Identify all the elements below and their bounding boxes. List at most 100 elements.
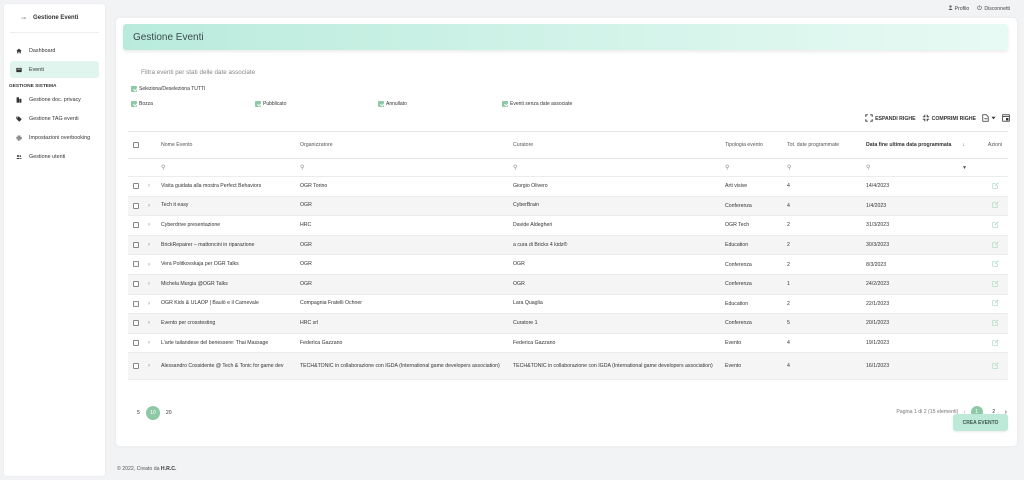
- row-checkbox[interactable]: [128, 241, 148, 248]
- sidebar-item-overbooking[interactable]: Impostazioni overbooking: [10, 129, 99, 146]
- header-curator[interactable]: Curatore: [513, 142, 725, 148]
- page-size-10[interactable]: 10: [145, 406, 160, 420]
- chevron-right-icon[interactable]: ›: [148, 301, 161, 307]
- edit-icon[interactable]: [982, 280, 1008, 289]
- edit-icon[interactable]: [982, 221, 1008, 230]
- gear-icon: [16, 134, 22, 141]
- row-checkbox[interactable]: [128, 320, 148, 327]
- sidebar-item-dashboard[interactable]: Dashboard: [10, 42, 99, 59]
- expand-rows-button[interactable]: ESPANDI RIGHE: [865, 114, 916, 124]
- header-total-dates[interactable]: Tot. date programmate: [787, 142, 866, 148]
- search-icon: ⚲: [300, 165, 305, 171]
- event-organizer: HRC srl: [300, 319, 319, 326]
- total-filter[interactable]: ⚲: [787, 164, 866, 171]
- table-row[interactable]: › Visita guidata alla mostra Perfect Beha…: [128, 177, 1008, 197]
- table-row[interactable]: › OGR Kids & ULAOP | Baulò e il Carnevale…: [128, 295, 1008, 315]
- filter-no-dates-checkbox[interactable]: Eventi senza date associate: [502, 101, 572, 107]
- edit-icon[interactable]: [982, 299, 1008, 308]
- event-curator: OGR: [513, 280, 525, 287]
- edit-icon[interactable]: [982, 362, 1008, 371]
- header-organizer[interactable]: Organizzatore: [300, 142, 513, 148]
- profile-link[interactable]: Profilo: [948, 5, 969, 12]
- type-filter[interactable]: ⚲: [725, 164, 787, 171]
- edit-icon[interactable]: [982, 339, 1008, 348]
- edit-icon[interactable]: [982, 241, 1008, 250]
- user-icon: [948, 5, 953, 12]
- row-checkbox[interactable]: [128, 222, 148, 229]
- checkbox-icon: [131, 86, 137, 92]
- create-event-button[interactable]: CREA EVENTO: [953, 414, 1008, 431]
- page-size-5[interactable]: 5: [137, 410, 140, 416]
- edit-icon[interactable]: [982, 201, 1008, 210]
- row-checkbox[interactable]: [128, 300, 148, 307]
- chevron-right-icon[interactable]: ›: [148, 340, 161, 346]
- filter-bozza-checkbox[interactable]: Bozza: [131, 101, 153, 107]
- chevron-right-icon[interactable]: ›: [148, 183, 161, 189]
- collapse-rows-button[interactable]: COMPRIMI RIGHE: [922, 114, 976, 124]
- table-row[interactable]: › Alessandro Cossidente @ Tech & Tonic fo…: [128, 353, 1008, 381]
- sidebar-item-label: Dashboard: [29, 47, 56, 54]
- app-title: Gestione Eventi: [33, 15, 79, 21]
- event-name: Tech it easy: [161, 202, 189, 209]
- sidebar-item-label: Impostazioni overbooking: [29, 134, 91, 141]
- organizer-filter[interactable]: ⚲: [300, 164, 513, 171]
- row-checkbox[interactable]: [128, 202, 148, 209]
- event-name: Alessandro Cossidente @ Tech & Tonic for…: [161, 362, 284, 369]
- chevron-right-icon[interactable]: ›: [148, 281, 161, 287]
- row-checkbox[interactable]: [128, 339, 148, 346]
- chevron-right-icon[interactable]: ›: [148, 222, 161, 228]
- search-icon: ⚲: [787, 165, 792, 171]
- header-actions: Azioni: [987, 142, 1003, 148]
- row-checkbox[interactable]: [128, 363, 148, 370]
- checkbox-label: Bozza: [139, 101, 153, 107]
- sidebar-item-tags[interactable]: Gestione TAG eventi: [10, 110, 99, 127]
- filter-pubblicato-checkbox[interactable]: Pubblicato: [255, 101, 286, 107]
- collapse-icon: [922, 114, 930, 124]
- table-row[interactable]: › BrickRepairer – mattoncini in riparazio…: [128, 235, 1008, 256]
- table-row[interactable]: › Tech it easy OGR CyberBrain Conferenza 4 1/4…: [128, 196, 1008, 217]
- column-chooser-button[interactable]: [1002, 114, 1010, 124]
- date-filter-dropdown[interactable]: ▼: [962, 165, 982, 171]
- edit-icon[interactable]: [982, 319, 1008, 328]
- filter-annullato-checkbox[interactable]: Annullato: [378, 101, 407, 107]
- chevron-right-icon[interactable]: ›: [148, 262, 161, 268]
- checkbox-icon: [133, 320, 139, 327]
- select-all-checkbox[interactable]: Seleziona/Deseleziona TUTTI: [131, 86, 205, 92]
- checkbox-icon: [133, 222, 139, 229]
- header-select-all[interactable]: [128, 141, 148, 148]
- users-icon: [16, 154, 22, 160]
- chevron-right-icon[interactable]: ›: [148, 320, 161, 326]
- table-row[interactable]: › Cyberdrive presentazione HRC Davide Aldeg…: [128, 216, 1008, 236]
- table-row[interactable]: › Vera Politkovskaja per OGR Talks OGR OGR C…: [128, 255, 1008, 275]
- document-icon: [16, 96, 22, 103]
- chevron-right-icon[interactable]: ›: [148, 242, 161, 248]
- row-checkbox[interactable]: [128, 261, 148, 268]
- sort-desc-icon[interactable]: ↓: [962, 142, 982, 148]
- chevron-right-icon[interactable]: ›: [148, 203, 161, 209]
- sidebar-item-privacy-docs[interactable]: Gestione doc. privacy: [10, 91, 99, 108]
- page-size-20[interactable]: 20: [166, 410, 172, 416]
- sidebar-item-label: Gestione TAG eventi: [29, 115, 79, 122]
- curator-filter[interactable]: ⚲: [513, 164, 725, 171]
- chevron-right-icon[interactable]: ›: [148, 363, 161, 369]
- event-type: Conferenza: [725, 202, 752, 209]
- table-row[interactable]: › Michela Murgia @OGR Talks OGR OGR Conferen…: [128, 274, 1008, 295]
- header-name[interactable]: Nome Evento: [161, 142, 300, 148]
- table-row[interactable]: › Evento per crosstesting HRC srl Curatore …: [128, 314, 1008, 334]
- name-filter[interactable]: ⚲: [161, 164, 300, 171]
- sidebar-item-users[interactable]: Gestione utenti: [10, 148, 99, 165]
- row-checkbox[interactable]: [128, 183, 148, 190]
- edit-icon[interactable]: [982, 260, 1008, 269]
- logout-link[interactable]: Disconnetti: [977, 5, 1010, 12]
- date-filter[interactable]: ⚲: [866, 164, 962, 171]
- edit-icon[interactable]: [982, 182, 1008, 191]
- sidebar-item-eventi[interactable]: Eventi: [10, 61, 99, 78]
- brand[interactable]: ⊸ Gestione Eventi: [4, 4, 105, 32]
- header-type[interactable]: Tipologia evento: [725, 142, 787, 148]
- table-row[interactable]: › L'arte tailandese del benessere: Thai M…: [128, 334, 1008, 354]
- row-checkbox[interactable]: [128, 281, 148, 288]
- header-last-date[interactable]: Data fine ultima data programmata: [866, 142, 962, 148]
- export-menu-button[interactable]: [982, 114, 996, 124]
- checkbox-icon: [133, 339, 139, 346]
- sidebar-nav: Dashboard Eventi GESTIONE SISTEMA Gestio…: [4, 42, 105, 165]
